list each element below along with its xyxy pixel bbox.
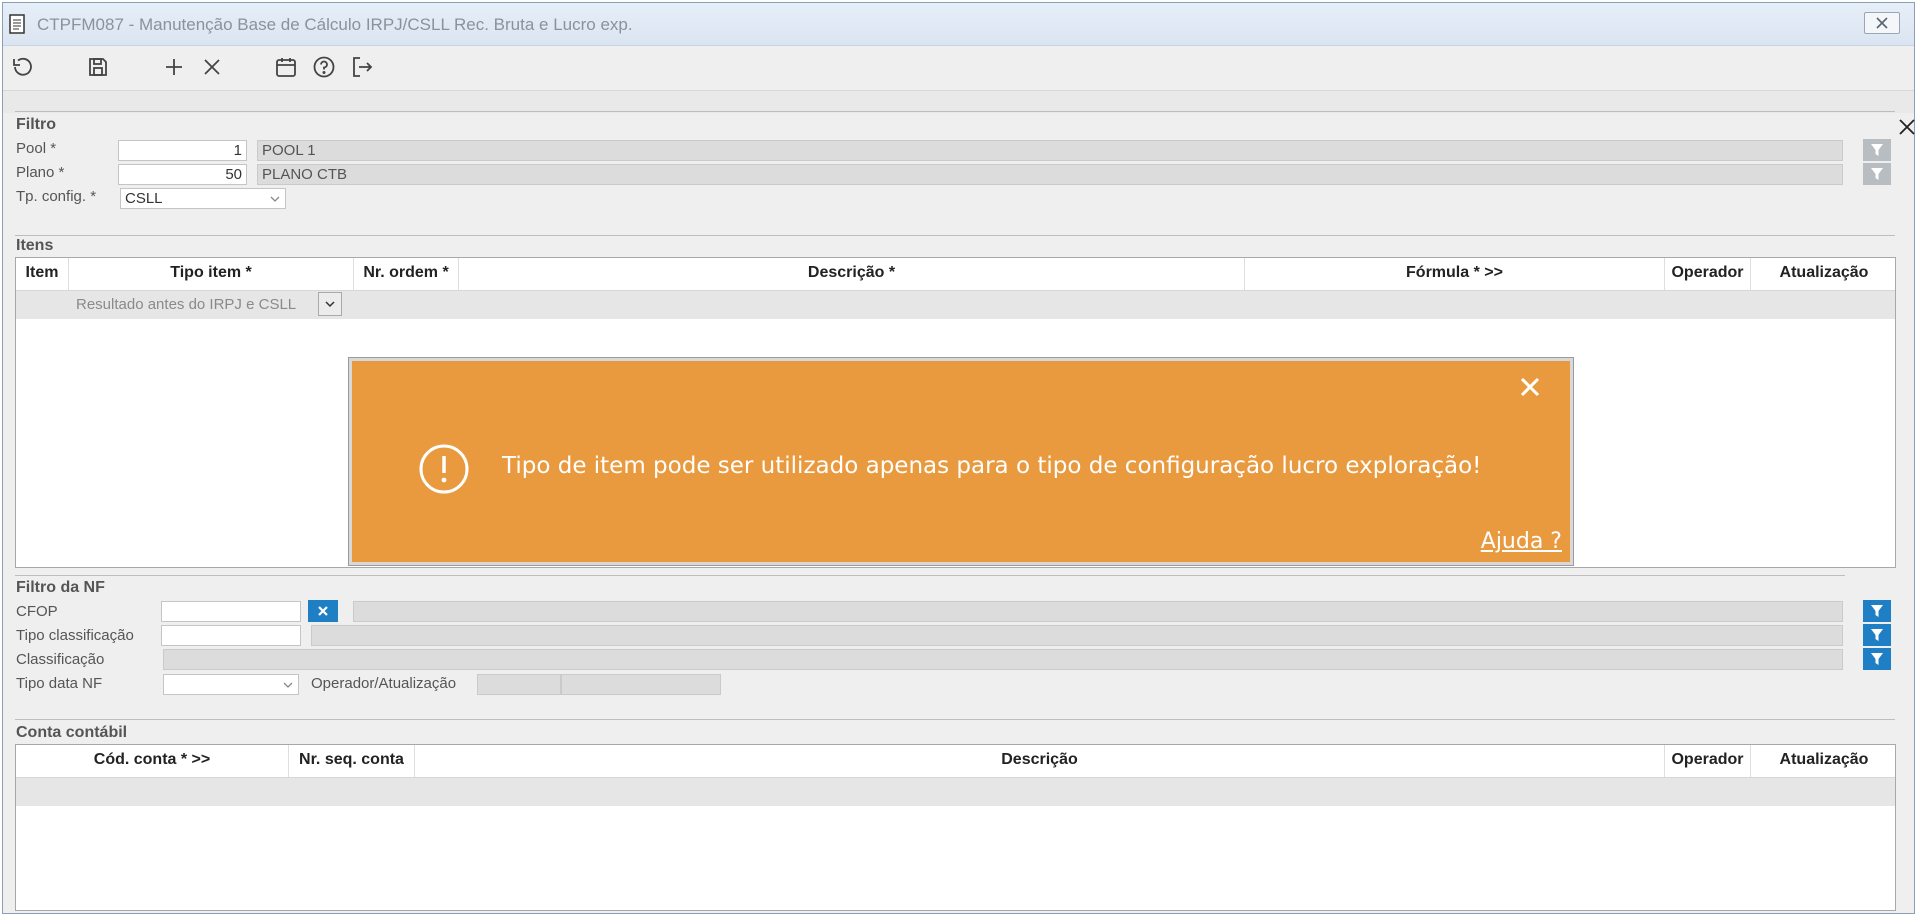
cfop-label: CFOP [16, 603, 58, 620]
document-icon [9, 14, 25, 34]
help-link[interactable]: Ajuda ? [1481, 529, 1562, 554]
conta-grid: Cód. conta * >> Nr. seq. conta Descrição… [15, 744, 1896, 911]
chevron-down-icon [270, 196, 280, 202]
tipo-classificacao-description [311, 625, 1843, 646]
tipo-data-nf-select[interactable] [163, 674, 299, 695]
plano-input[interactable]: 50 [118, 164, 247, 185]
conta-contabil-title: Conta contábil [16, 724, 128, 741]
chevron-down-icon [325, 301, 335, 308]
col-operador[interactable]: Operador [1665, 745, 1751, 777]
pool-input[interactable]: 1 [118, 140, 247, 161]
main-window: CTPFM087 - Manutenção Base de Cálculo IR… [2, 2, 1915, 914]
cfop-description [353, 601, 1843, 622]
cfop-filter-icon[interactable] [1863, 600, 1891, 622]
add-icon[interactable] [161, 54, 187, 80]
filtro-nf-title: Filtro da NF [16, 579, 105, 596]
toolbar-divider-strip [3, 91, 1914, 113]
itens-grid-header: Item Tipo item * Nr. ordem * Descrição *… [16, 258, 1895, 291]
row-tipo-item: Resultado antes do IRPJ e CSLL [76, 296, 297, 313]
section-divider [15, 111, 1895, 112]
tipo-data-nf-label: Tipo data NF [16, 675, 103, 692]
section-divider [15, 575, 1845, 576]
col-atualizacao[interactable]: Atualização [1751, 745, 1897, 777]
tipo-classificacao-label: Tipo classificação [16, 627, 134, 644]
operador-atualizacao-label: Operador/Atualização [311, 675, 457, 692]
table-row[interactable]: Resultado antes do IRPJ e CSLL [16, 291, 1895, 319]
col-cod-conta[interactable]: Cód. conta * >> [16, 745, 289, 777]
delete-icon[interactable] [199, 54, 225, 80]
cfop-clear-button[interactable] [308, 600, 338, 622]
warning-toast: Tipo de item pode ser utilizado apenas p… [349, 358, 1573, 565]
operador-field [477, 674, 561, 695]
toolbar [3, 46, 1914, 91]
tipo-classificacao-input[interactable] [161, 625, 301, 646]
pool-label: Pool * [16, 140, 57, 157]
conta-grid-header: Cód. conta * >> Nr. seq. conta Descrição… [16, 745, 1895, 778]
table-row[interactable] [16, 778, 1895, 806]
col-operador[interactable]: Operador [1665, 258, 1751, 290]
plano-label: Plano * [16, 164, 65, 181]
plano-description: PLANO CTB [257, 164, 1843, 185]
col-nr-ordem[interactable]: Nr. ordem * [354, 258, 459, 290]
pool-description: POOL 1 [257, 140, 1843, 161]
col-tipo-item[interactable]: Tipo item * [69, 258, 354, 290]
tipo-classificacao-filter-icon[interactable] [1863, 624, 1891, 646]
close-icon[interactable] [1516, 373, 1544, 401]
window-close-button[interactable] [1864, 12, 1900, 34]
calendar-icon[interactable] [273, 54, 299, 80]
pool-filter-icon[interactable] [1863, 139, 1891, 161]
tpconfig-label: Tp. config. * [16, 188, 97, 205]
col-atualizacao[interactable]: Atualização [1751, 258, 1897, 290]
help-icon[interactable] [311, 54, 337, 80]
tpconfig-select[interactable]: CSLL [120, 188, 286, 209]
itens-title: Itens [16, 237, 54, 254]
col-formula[interactable]: Fórmula * >> [1245, 258, 1665, 290]
col-descricao[interactable]: Descrição * [459, 258, 1245, 290]
filtro-title: Filtro [16, 116, 56, 133]
section-divider [15, 235, 1895, 236]
col-descricao[interactable]: Descrição [415, 745, 1665, 777]
col-item[interactable]: Item [16, 258, 69, 290]
atualizacao-field [561, 674, 721, 695]
title-bar: CTPFM087 - Manutenção Base de Cálculo IR… [3, 3, 1914, 46]
save-icon[interactable] [85, 54, 111, 80]
section-divider [15, 719, 1895, 720]
classificacao-label: Classificação [16, 651, 105, 668]
col-nr-seq-conta[interactable]: Nr. seq. conta [289, 745, 415, 777]
tipo-item-dropdown-button[interactable] [318, 292, 342, 316]
toast-message: Tipo de item pode ser utilizado apenas p… [502, 453, 1482, 479]
classificacao-filter-icon[interactable] [1863, 648, 1891, 670]
exit-icon[interactable] [349, 54, 375, 80]
exclamation-icon [419, 444, 469, 494]
cfop-input[interactable] [161, 601, 301, 622]
close-icon[interactable] [1898, 118, 1916, 136]
close-icon [318, 606, 328, 616]
plano-filter-icon[interactable] [1863, 163, 1891, 185]
chevron-down-icon [283, 682, 293, 688]
classificacao-field [163, 649, 1843, 670]
window-title: CTPFM087 - Manutenção Base de Cálculo IR… [37, 15, 633, 34]
undo-icon[interactable] [9, 54, 35, 80]
tpconfig-value: CSLL [125, 190, 163, 207]
